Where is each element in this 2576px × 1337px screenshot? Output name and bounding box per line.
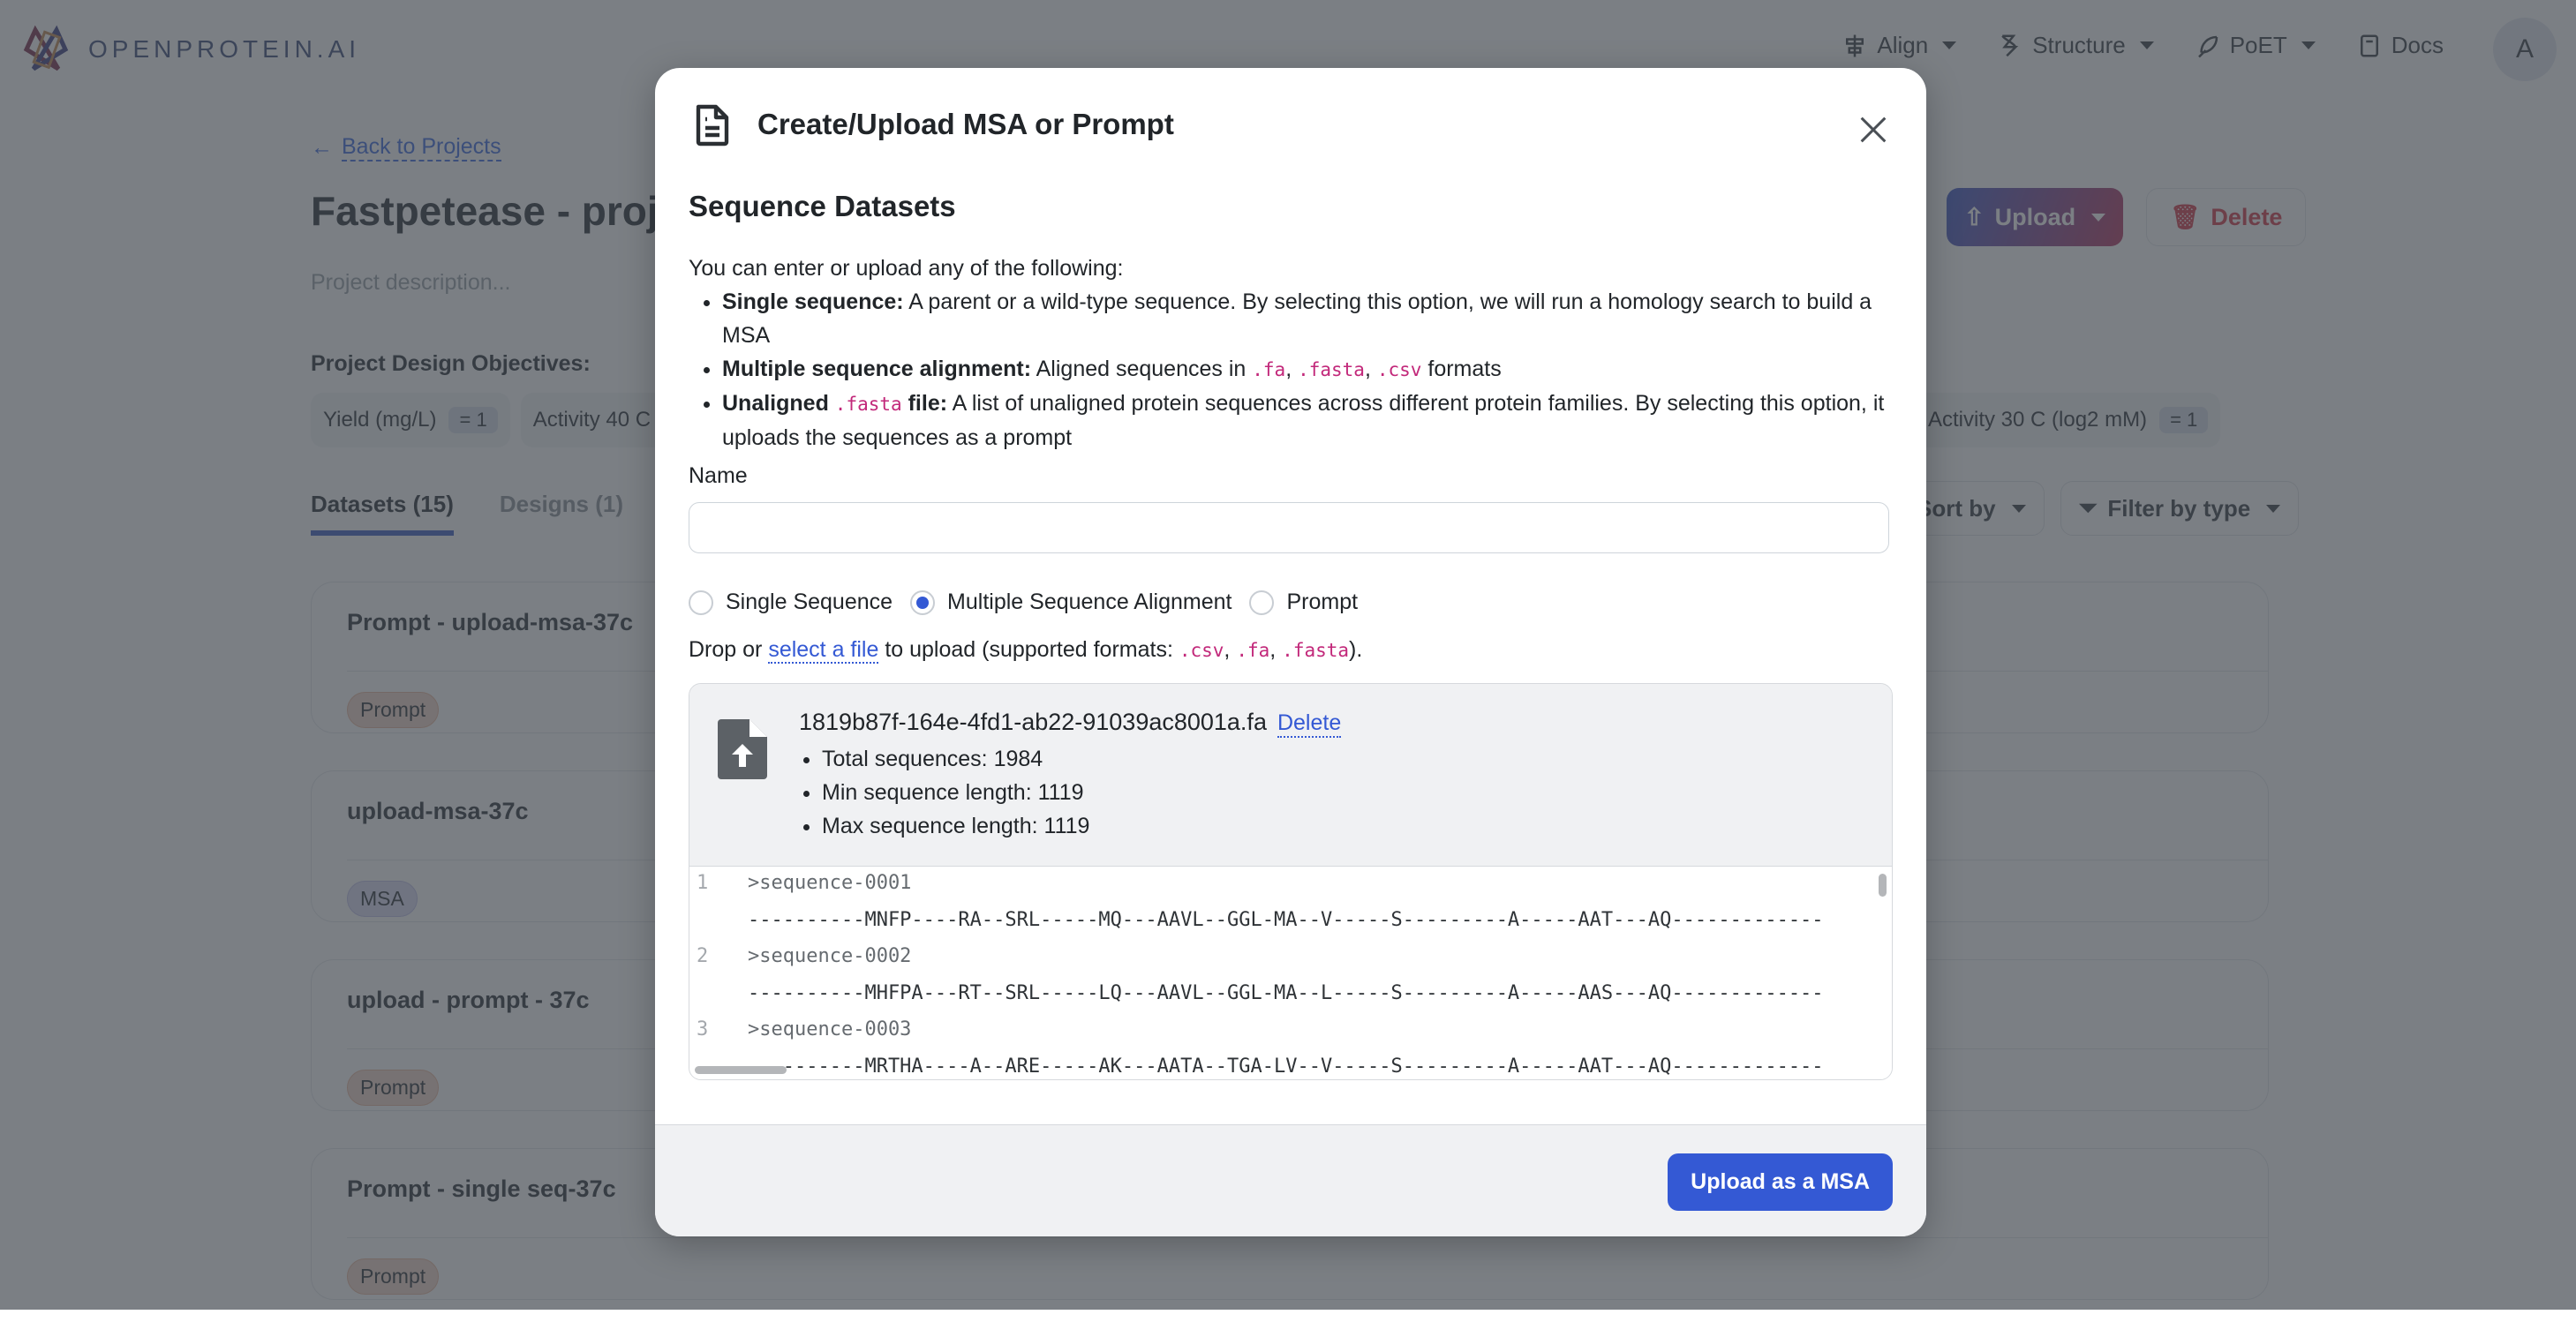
radio-multiple-sequence-alignment[interactable]: Multiple Sequence Alignment xyxy=(910,590,1232,615)
option-title: file: xyxy=(901,391,948,416)
modal-header: Create/Upload MSA or Prompt xyxy=(690,101,1174,147)
preview-line: ----------MHFPA---RT--SRL-----LQ---AAVL-… xyxy=(689,982,1824,1019)
instructions-intro: You can enter or upload any of the follo… xyxy=(689,256,1124,281)
document-icon xyxy=(696,104,729,146)
sequence-residues: ----------MRTHA----A--ARE-----AK---AATA-… xyxy=(748,1055,1824,1078)
sequence-preview[interactable]: 1 >sequence-0001 ----------MNFP----RA--S… xyxy=(689,867,1892,1079)
radio-label: Multiple Sequence Alignment xyxy=(947,590,1232,614)
preview-line: 1 >sequence-0001 xyxy=(689,872,911,909)
file-extension: .fa xyxy=(1252,359,1286,380)
file-extension: .csv xyxy=(1376,359,1422,380)
drop-instructions: Drop or select a file to upload (support… xyxy=(689,637,1363,664)
dataset-type-radio-group: Single Sequence Multiple Sequence Alignm… xyxy=(689,590,1358,615)
modal-footer: Upload as a MSA xyxy=(655,1124,1926,1236)
sequence-header: >sequence-0001 xyxy=(748,872,912,894)
name-input[interactable] xyxy=(689,502,1889,553)
option-title: Unaligned xyxy=(722,391,835,416)
select-file-link[interactable]: select a file xyxy=(768,637,879,664)
section-title: Sequence Datasets xyxy=(689,190,956,222)
horizontal-scrollbar[interactable] xyxy=(695,1066,787,1074)
sequence-residues: ----------MNFP----RA--SRL-----MQ---AAVL-… xyxy=(748,909,1824,931)
create-upload-msa-modal: Create/Upload MSA or Prompt Sequence Dat… xyxy=(655,68,1926,1236)
options-list: Single sequence: A parent or a wild-type… xyxy=(689,285,1898,454)
uploaded-file-info: 1819b87f-164e-4fd1-ab22-91039ac8001a.fa … xyxy=(689,684,1892,867)
line-number xyxy=(689,982,748,1019)
line-number xyxy=(689,909,748,946)
file-upload-icon xyxy=(718,719,767,779)
instructions: You can enter or upload any of the follo… xyxy=(689,252,1898,454)
sequence-residues: ----------MHFPA---RT--SRL-----LQ---AAVL-… xyxy=(748,982,1824,1004)
radio-single-sequence[interactable]: Single Sequence xyxy=(689,590,893,615)
option-text: formats xyxy=(1421,357,1502,381)
radio-button[interactable] xyxy=(689,590,713,615)
option-title: Single sequence: xyxy=(722,289,904,314)
close-icon[interactable] xyxy=(1856,112,1891,147)
file-dropzone[interactable]: 1819b87f-164e-4fd1-ab22-91039ac8001a.fa … xyxy=(689,683,1893,1080)
file-extension: .fasta xyxy=(1282,640,1350,661)
option-text: Aligned sequences in xyxy=(1031,357,1253,381)
radio-button[interactable] xyxy=(1249,590,1275,615)
preview-line: 2 >sequence-0002 xyxy=(689,945,911,982)
delete-file-link[interactable]: Delete xyxy=(1277,710,1342,738)
min-sequence-length: Min sequence length: 1119 xyxy=(822,776,1089,809)
radio-button[interactable] xyxy=(910,590,936,615)
file-name-row: 1819b87f-164e-4fd1-ab22-91039ac8001a.fa … xyxy=(799,709,1342,738)
upload-as-msa-button[interactable]: Upload as a MSA xyxy=(1668,1153,1893,1211)
option-single-sequence: Single sequence: A parent or a wild-type… xyxy=(722,285,1898,352)
file-extension: .fa xyxy=(1236,640,1270,661)
file-extension: .fasta xyxy=(1298,359,1365,380)
file-name: 1819b87f-164e-4fd1-ab22-91039ac8001a.fa xyxy=(799,709,1267,735)
modal-title: Create/Upload MSA or Prompt xyxy=(757,108,1174,140)
drop-text: Drop or xyxy=(689,637,769,662)
preview-line: 3 >sequence-0003 xyxy=(689,1018,911,1055)
drop-text: to upload (supported formats: xyxy=(878,637,1179,662)
line-number: 2 xyxy=(697,945,709,967)
file-extension: .csv xyxy=(1179,640,1224,661)
sequence-header: >sequence-0003 xyxy=(748,1018,912,1040)
total-sequences: Total sequences: 1984 xyxy=(822,742,1089,776)
name-label: Name xyxy=(689,463,748,488)
vertical-scrollbar[interactable] xyxy=(1879,874,1887,897)
preview-line: ----------MRTHA----A--ARE-----AK---AATA-… xyxy=(689,1055,1824,1079)
file-stats: Total sequences: 1984 Min sequence lengt… xyxy=(799,742,1089,843)
sequence-header: >sequence-0002 xyxy=(748,945,912,967)
drop-text: ). xyxy=(1349,637,1363,662)
option-title: Multiple sequence alignment: xyxy=(722,357,1032,381)
option-msa: Multiple sequence alignment: Aligned seq… xyxy=(722,352,1898,387)
line-number: 3 xyxy=(697,1018,709,1040)
radio-label: Single Sequence xyxy=(726,590,893,614)
radio-prompt[interactable]: Prompt xyxy=(1249,590,1358,615)
radio-label: Prompt xyxy=(1286,590,1359,614)
preview-line: ----------MNFP----RA--SRL-----MQ---AAVL-… xyxy=(689,909,1824,946)
max-sequence-length: Max sequence length: 1119 xyxy=(822,809,1089,843)
line-number: 1 xyxy=(697,872,709,894)
option-unaligned-fasta: Unaligned .fasta file: A list of unalign… xyxy=(722,387,1898,454)
file-extension: .fasta xyxy=(834,394,902,415)
